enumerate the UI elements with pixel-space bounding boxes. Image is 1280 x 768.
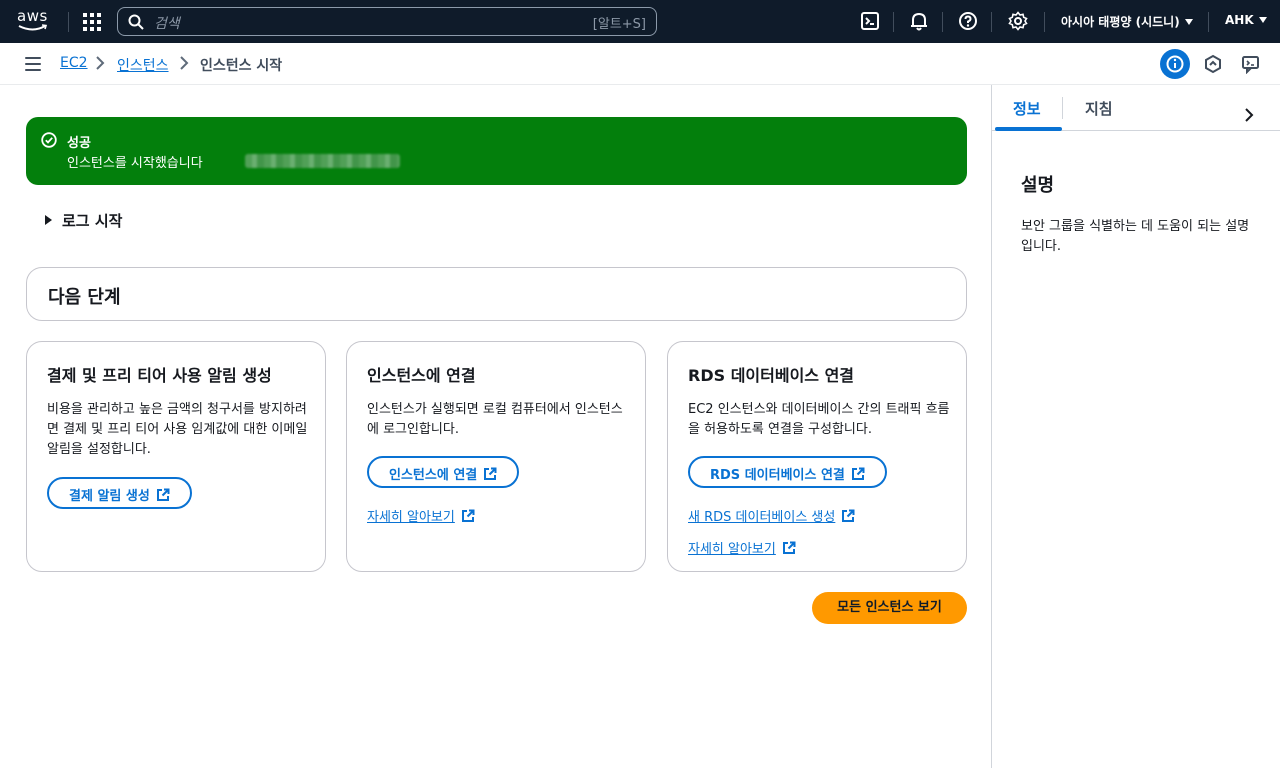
connect-rds-button[interactable]: RDS 데이터베이스 연결: [688, 456, 887, 488]
notifications-icon[interactable]: [909, 11, 931, 33]
breadcrumb-instances[interactable]: 인스턴스: [117, 55, 169, 75]
flash-message: 인스턴스를 시작했습니다: [67, 156, 203, 171]
nav-divider: [68, 12, 69, 32]
breadcrumb-current: 인스턴스 시작: [200, 58, 283, 74]
external-link-icon: [156, 488, 170, 501]
link-label: 자세히 알아보기: [688, 542, 776, 557]
chevron-right-icon[interactable]: [1244, 107, 1254, 123]
learn-more-link[interactable]: 자세히 알아보기: [367, 506, 475, 525]
card-rds-connect: RDS 데이터베이스 연결 EC2 인스턴스와 데이터베이스 간의 트래픽 흐름…: [667, 341, 967, 572]
view-all-instances-button[interactable]: 모든 인스턴스 보기: [812, 592, 967, 624]
external-link-icon: [461, 509, 475, 522]
nav-divider: [893, 12, 894, 32]
card-description: 비용을 관리하고 높은 금액의 청구서를 방지하려면 결제 및 프리 티어 사용…: [47, 402, 308, 457]
top-navigation: aws 검색 [알트+S] 아시아 태평양 (시드니) AHK: [0, 0, 1280, 43]
link-label: 새 RDS 데이터베이스 생성: [688, 510, 836, 525]
redacted-instance-id: [245, 154, 400, 168]
account-label: AHK: [1225, 13, 1254, 27]
info-panel-toggle[interactable]: [1160, 49, 1190, 79]
external-link-icon: [484, 467, 497, 480]
card-billing-alerts: 결제 및 프리 티어 사용 알림 생성 비용을 관리하고 높은 금액의 청구서를…: [26, 341, 326, 572]
create-billing-alert-button[interactable]: 결제 알림 생성: [47, 477, 192, 509]
tab-guide[interactable]: 지침: [1085, 98, 1113, 119]
account-menu[interactable]: AHK: [1225, 13, 1267, 27]
cloudshell-icon[interactable]: [860, 11, 882, 33]
button-label: 인스턴스에 연결: [389, 468, 478, 483]
button-label: RDS 데이터베이스 연결: [710, 468, 845, 483]
card-title: RDS 데이터베이스 연결: [688, 366, 855, 385]
next-steps-header: 다음 단계: [26, 267, 967, 321]
breadcrumb-separator-icon: [95, 56, 105, 74]
card-description: EC2 인스턴스와 데이터베이스 간의 트래픽 흐름을 허용하도록 연결을 구성…: [688, 402, 950, 437]
info-side-panel: 정보 지침 설명 보안 그룹을 식별하는 데 도움이 되는 설명입니다.: [991, 85, 1280, 768]
caret-down-icon: [1184, 19, 1193, 25]
search-icon: [128, 14, 144, 30]
side-panel-tabs: 정보 지침: [992, 85, 1280, 131]
external-link-icon: [782, 541, 796, 554]
aws-smile-icon: [18, 24, 48, 31]
caret-down-icon: [1258, 17, 1267, 23]
card-description: 인스턴스가 실행되면 로컬 컴퓨터에서 인스턴스에 로그인합니다.: [367, 402, 623, 437]
card-connect-instance: 인스턴스에 연결 인스턴스가 실행되면 로컬 컴퓨터에서 인스턴스에 로그인합니…: [346, 341, 646, 572]
external-link-icon: [842, 509, 855, 522]
launch-log-toggle[interactable]: 로그 시작: [45, 210, 122, 231]
security-hexagon-icon[interactable]: [1203, 54, 1223, 74]
services-grid-icon[interactable]: [82, 12, 102, 32]
tab-info[interactable]: 정보: [1013, 98, 1041, 119]
nav-divider: [991, 12, 992, 32]
region-selector[interactable]: 아시아 태평양 (시드니): [1061, 13, 1193, 30]
info-icon: [1166, 55, 1184, 73]
side-panel-title: 설명: [1021, 175, 1055, 196]
side-panel-text: 보안 그룹을 식별하는 데 도움이 되는 설명입니다.: [1021, 219, 1250, 254]
success-check-icon: [41, 132, 57, 148]
flash-title: 성공: [67, 136, 91, 151]
feedback-icon[interactable]: [1241, 54, 1261, 75]
launch-log-label: 로그 시작: [62, 212, 123, 230]
external-link-icon: [851, 467, 865, 480]
breadcrumb-ec2[interactable]: EC2: [60, 55, 88, 71]
link-label: 자세히 알아보기: [367, 510, 455, 525]
search-shortcut: [알트+S]: [592, 17, 646, 32]
settings-icon[interactable]: [1008, 11, 1030, 33]
tab-divider: [1062, 97, 1063, 119]
active-tab-indicator: [995, 127, 1062, 131]
menu-icon[interactable]: [25, 57, 41, 71]
button-label: 결제 알림 생성: [69, 489, 150, 504]
create-rds-link[interactable]: 새 RDS 데이터베이스 생성: [688, 506, 855, 525]
search-input[interactable]: 검색 [알트+S]: [117, 7, 657, 36]
success-flash-banner: 성공 인스턴스를 시작했습니다: [26, 117, 967, 185]
nav-divider: [942, 12, 943, 32]
region-label: 아시아 태평양 (시드니): [1061, 15, 1180, 29]
card-title: 인스턴스에 연결: [367, 366, 476, 385]
help-icon[interactable]: [958, 11, 980, 33]
nav-divider: [1208, 12, 1209, 32]
card-title: 결제 및 프리 티어 사용 알림 생성: [47, 366, 272, 385]
aws-logo[interactable]: aws: [17, 7, 53, 35]
breadcrumb-bar: EC2 인스턴스 인스턴스 시작: [0, 43, 1280, 85]
breadcrumb-separator-icon: [179, 56, 189, 74]
learn-more-link[interactable]: 자세히 알아보기: [688, 538, 796, 557]
next-steps-title: 다음 단계: [48, 287, 121, 308]
search-placeholder: 검색: [154, 16, 180, 32]
caret-right-icon: [45, 215, 52, 225]
aws-logo-text: aws: [17, 7, 48, 25]
nav-divider: [1044, 12, 1045, 32]
connect-instance-button[interactable]: 인스턴스에 연결: [367, 456, 520, 488]
